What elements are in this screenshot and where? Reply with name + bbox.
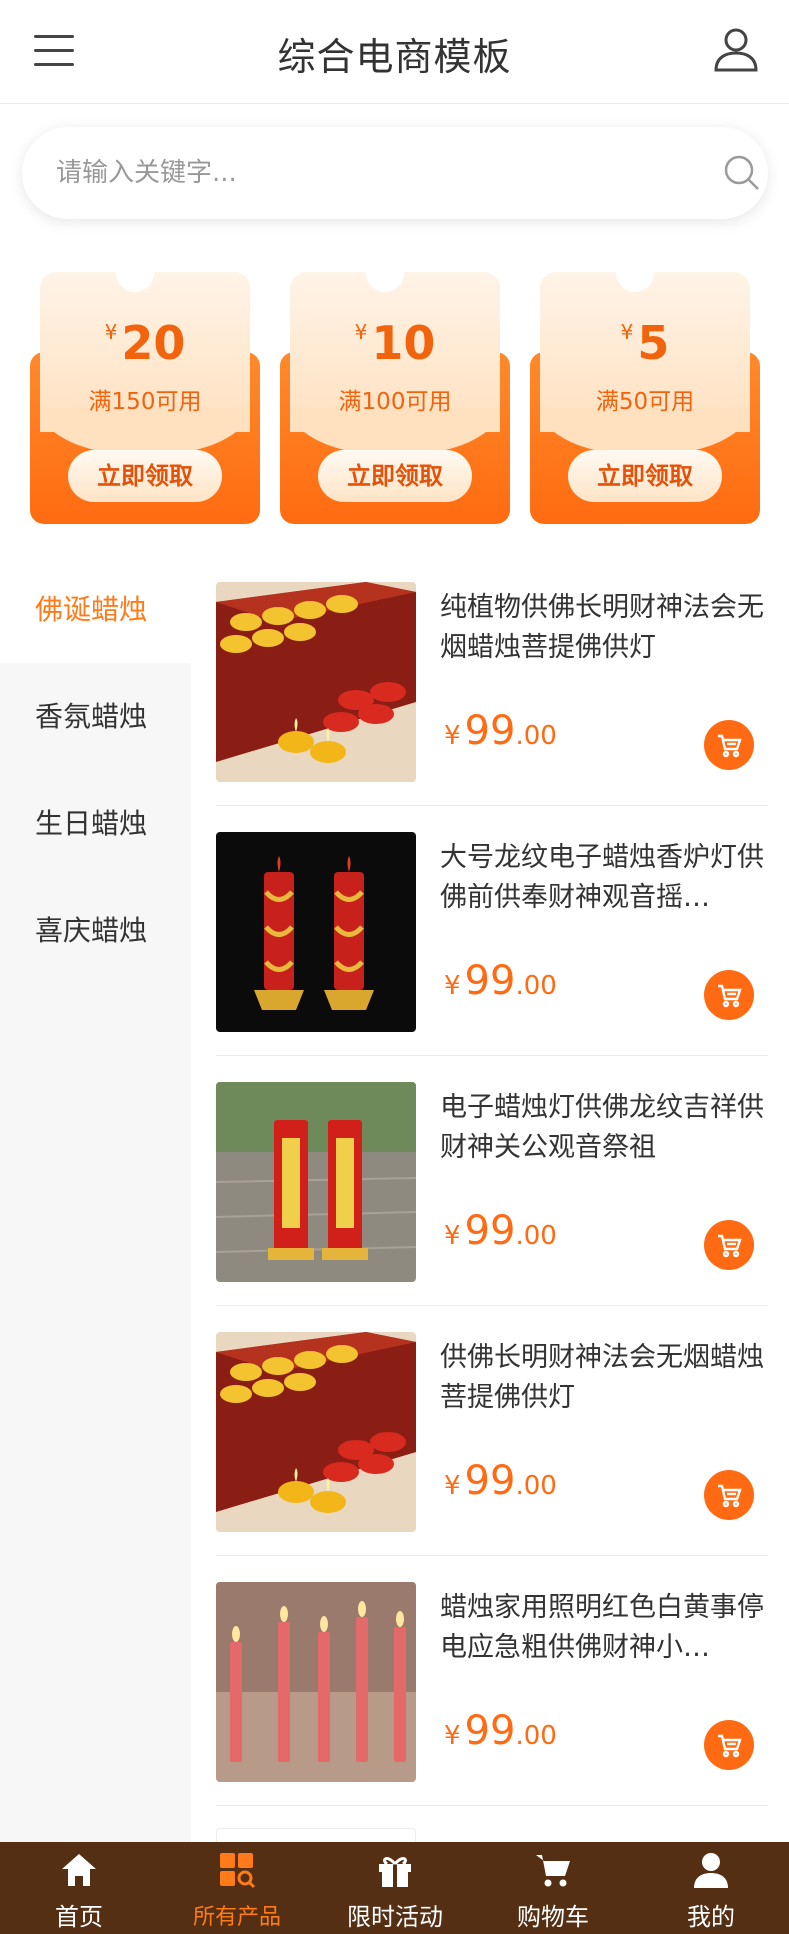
price-integer: 99	[464, 958, 516, 1004]
product-item: 大号龙纹电子蜡烛香炉灯供佛前供奉财神观音摇… ¥99.00	[216, 806, 768, 1056]
currency-symbol: ¥	[354, 320, 368, 344]
price-decimal: .00	[515, 1471, 557, 1501]
add-to-cart-button[interactable]	[704, 1470, 754, 1520]
search-bar	[22, 127, 768, 219]
add-to-cart-button[interactable]	[704, 970, 754, 1020]
product-image[interactable]	[216, 1082, 416, 1282]
coupon-value: 10	[371, 316, 436, 370]
price-decimal: .00	[515, 1721, 557, 1751]
currency-symbol: ¥	[104, 320, 118, 344]
claim-coupon-button[interactable]: 立即领取	[568, 450, 722, 502]
currency-symbol: ¥	[444, 721, 461, 751]
product-price: ¥99.00	[444, 1708, 557, 1754]
tab-mine[interactable]: 我的	[632, 1842, 789, 1934]
category-item-festive[interactable]: 喜庆蜡烛	[0, 877, 191, 984]
user-icon	[691, 1850, 731, 1890]
category-item-aroma[interactable]: 香氛蜡烛	[0, 663, 191, 770]
coupon-condition: 满100可用	[338, 389, 452, 415]
cart-icon	[718, 1484, 742, 1508]
product-name[interactable]: 蜡烛家用照明红色白黄事停电应急粗供佛财神小…	[440, 1588, 768, 1668]
add-to-cart-button[interactable]	[704, 1220, 754, 1270]
tab-label: 我的	[687, 1903, 735, 1931]
cart-icon	[718, 984, 742, 1008]
cart-icon	[718, 734, 742, 758]
bottom-tab-bar: 首页 所有产品 限时活动 购物车 我的	[0, 1842, 789, 1934]
cart-icon	[718, 1234, 742, 1258]
category-sidebar: 佛诞蜡烛 香氛蜡烛 生日蜡烛 喜庆蜡烛	[0, 556, 191, 1842]
tab-home[interactable]: 首页	[0, 1842, 158, 1934]
coupon-notch	[616, 254, 654, 292]
product-item: 供佛长明财神法会无烟蜡烛菩提佛供灯 ¥99.00	[216, 1306, 768, 1556]
product-price: ¥99.00	[444, 1458, 557, 1504]
cart-icon	[718, 1734, 742, 1758]
product-image[interactable]	[216, 1582, 416, 1782]
coupon-amount: ¥5	[530, 316, 760, 370]
add-to-cart-button[interactable]	[704, 720, 754, 770]
claim-coupon-button[interactable]: 立即领取	[68, 450, 222, 502]
price-decimal: .00	[515, 971, 557, 1001]
coupon-condition: 满150可用	[88, 389, 202, 415]
currency-symbol: ¥	[444, 1721, 461, 1751]
currency-symbol: ¥	[444, 1471, 461, 1501]
tab-label: 所有产品	[192, 1905, 281, 1930]
cart-icon	[533, 1850, 573, 1890]
coupon-value: 20	[121, 316, 186, 370]
price-integer: 99	[464, 1458, 516, 1504]
coupon-card: ¥20 满150可用 立即领取	[30, 254, 260, 524]
coupon-notch	[366, 254, 404, 292]
price-integer: 99	[464, 708, 516, 754]
price-integer: 99	[464, 1208, 516, 1254]
product-price: ¥99.00	[444, 1208, 557, 1254]
coupon-notch	[116, 254, 154, 292]
price-integer: 99	[464, 1708, 516, 1754]
product-image[interactable]	[216, 1332, 416, 1532]
search-input[interactable]	[56, 147, 676, 199]
tab-limited-events[interactable]: 限时活动	[316, 1842, 474, 1934]
home-icon	[59, 1850, 99, 1890]
category-item-birthday[interactable]: 生日蜡烛	[0, 770, 191, 877]
currency-symbol: ¥	[444, 1221, 461, 1251]
product-name[interactable]: 电子蜡烛灯供佛龙纹吉祥供财神关公观音祭祖	[440, 1088, 768, 1168]
tab-label: 首页	[55, 1903, 103, 1931]
product-image-partial	[216, 1828, 416, 1842]
currency-symbol: ¥	[444, 971, 461, 1001]
coupon-condition: 满50可用	[595, 389, 695, 415]
search-icon[interactable]	[722, 153, 762, 193]
add-to-cart-button[interactable]	[704, 1720, 754, 1770]
product-price: ¥99.00	[444, 708, 557, 754]
product-item: 纯植物供佛长明财神法会无烟蜡烛菩提佛供灯 ¥99.00	[216, 556, 768, 806]
currency-symbol: ¥	[620, 320, 634, 344]
coupon-value: 5	[637, 316, 670, 370]
app-header: 综合电商模板	[0, 0, 789, 104]
product-image[interactable]	[216, 832, 416, 1032]
gift-icon	[375, 1850, 415, 1890]
product-name[interactable]: 供佛长明财神法会无烟蜡烛菩提佛供灯	[440, 1338, 768, 1418]
price-decimal: .00	[515, 721, 557, 751]
coupon-card: ¥10 满100可用 立即领取	[280, 254, 510, 524]
user-icon[interactable]	[712, 26, 760, 74]
product-item: 电子蜡烛灯供佛龙纹吉祥供财神关公观音祭祖 ¥99.00	[216, 1056, 768, 1306]
page-title: 综合电商模板	[277, 35, 512, 79]
product-image[interactable]	[216, 582, 416, 782]
product-name[interactable]: 纯植物供佛长明财神法会无烟蜡烛菩提佛供灯	[440, 588, 768, 668]
product-item: 蜡烛家用照明红色白黄事停电应急粗供佛财神小… ¥99.00	[216, 1556, 768, 1806]
product-name[interactable]: 大号龙纹电子蜡烛香炉灯供佛前供奉财神观音摇…	[440, 838, 768, 918]
price-decimal: .00	[515, 1221, 557, 1251]
product-price: ¥99.00	[444, 958, 557, 1004]
grid-search-icon	[217, 1850, 257, 1890]
coupon-card: ¥5 满50可用 立即领取	[530, 254, 760, 524]
category-item-buddha-birthday[interactable]: 佛诞蜡烛	[0, 556, 191, 663]
tab-label: 购物车	[517, 1903, 589, 1931]
claim-coupon-button[interactable]: 立即领取	[318, 450, 472, 502]
coupon-amount: ¥10	[280, 316, 510, 370]
tab-label: 限时活动	[347, 1903, 443, 1931]
coupon-amount: ¥20	[30, 316, 260, 370]
tab-cart[interactable]: 购物车	[474, 1842, 632, 1934]
tab-all-products[interactable]: 所有产品	[158, 1842, 316, 1934]
